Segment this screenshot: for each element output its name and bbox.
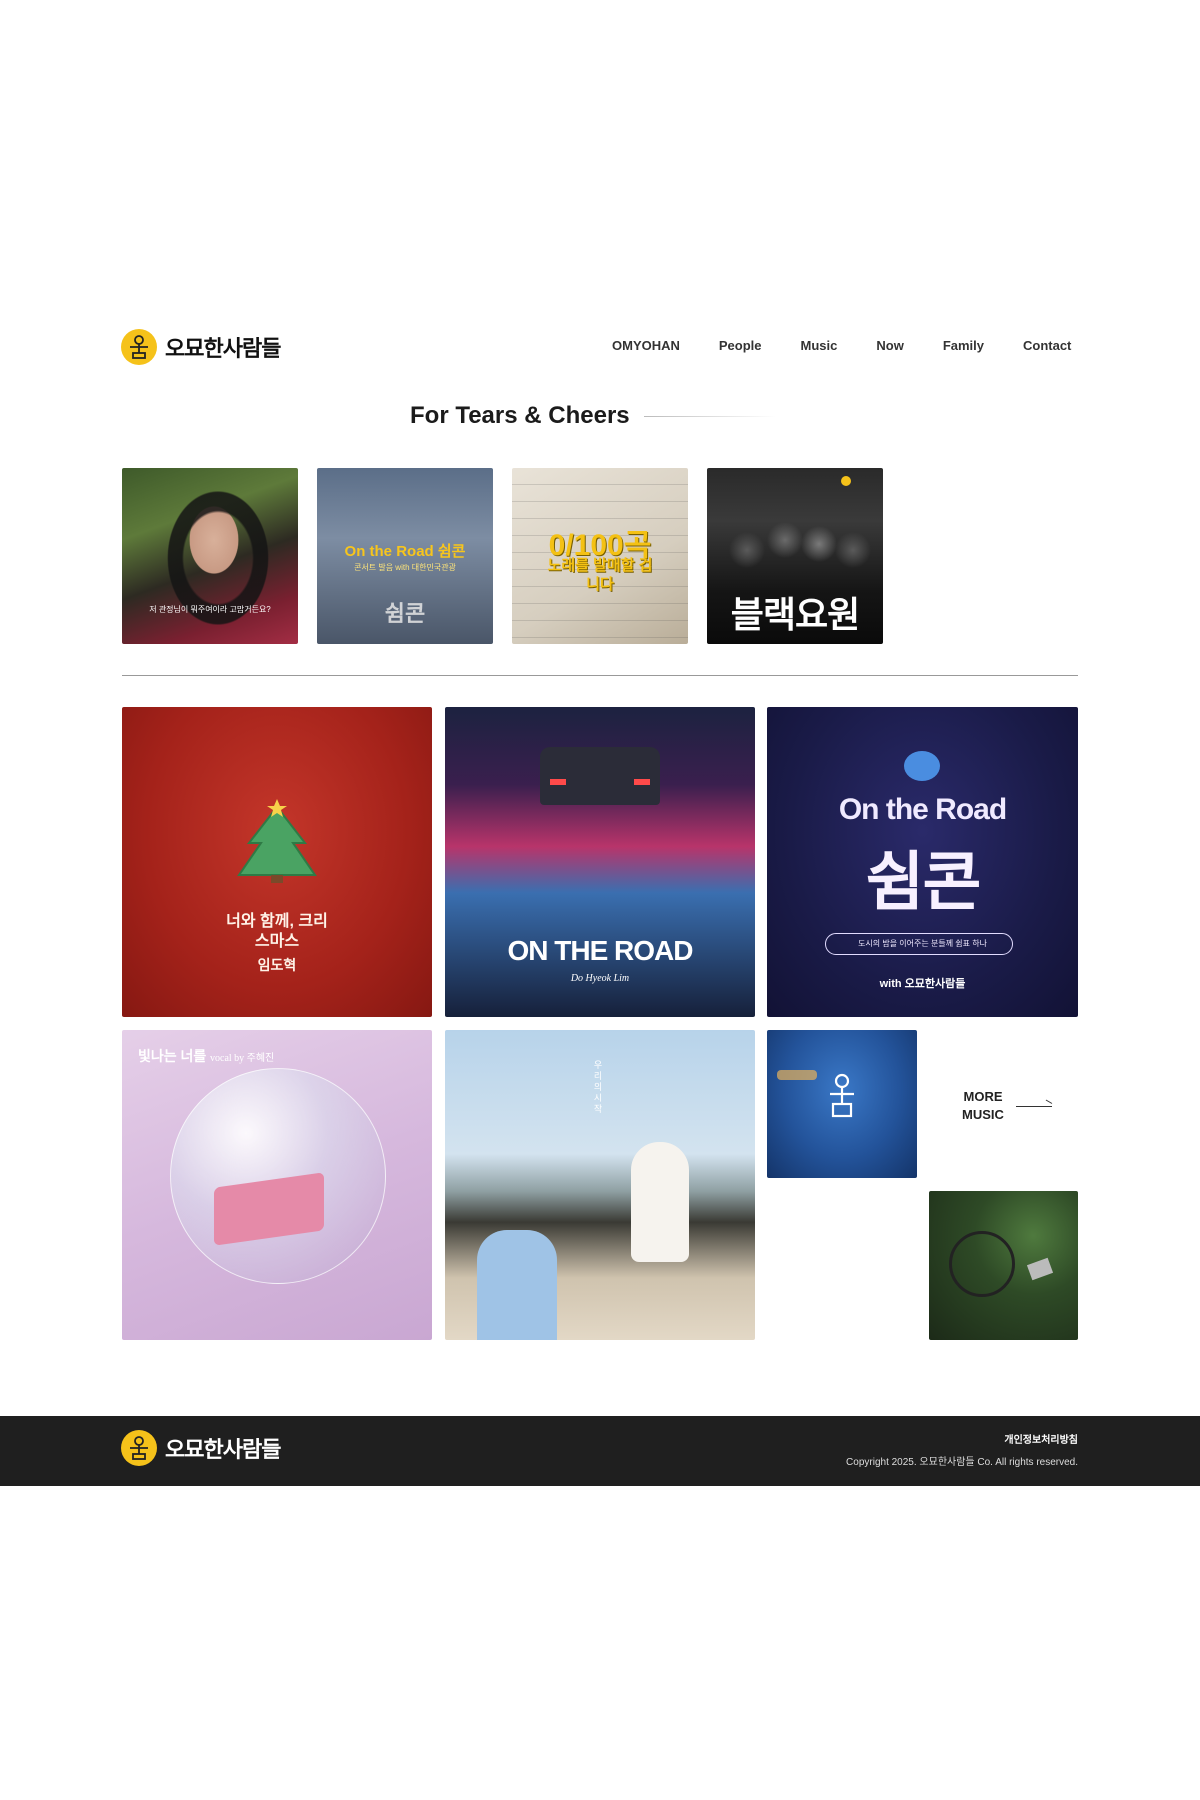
copyright-text: Copyright 2025. 오묘한사람들 Co. All rights re… [846,1457,1078,1468]
album-bicycle[interactable] [929,1191,1078,1340]
christmas-tree-icon [237,799,317,883]
mascot-icon [904,751,940,781]
video-thumbnail-3[interactable]: 0/100곡 노래를 발매할 겁니다 [512,468,688,644]
album-christmas[interactable]: 너와 함께, 크리스마스 임도혁 [122,707,432,1017]
main-nav: OMYOHAN People Music Now Family Contact [612,334,1071,356]
nav-item-omyohan[interactable]: OMYOHAN [612,338,680,353]
site-logo[interactable]: 오묘한사람들 [121,326,281,368]
arrow-right-icon [1016,1105,1052,1107]
thumbnail-caption: 저 관정님이 뭐주여이라 고맙거든요? [149,605,271,614]
footer-logo[interactable]: 오묘한사람들 [121,1430,281,1466]
nav-item-music[interactable]: Music [801,338,838,353]
video-thumbnail-2[interactable]: On the Road 쉼콘 콘서트 발음 with 대한민국관광 쉼콘 [317,468,493,644]
album-title: ON THE ROAD [507,935,694,966]
more-music-link[interactable]: MORE MUSIC [958,1088,1052,1124]
more-music-label: MORE MUSIC [962,1089,1004,1122]
bride-figure [631,1142,689,1262]
section-divider [122,675,1078,676]
person-circle-icon [121,1430,157,1466]
groom-figure [477,1230,557,1340]
tail-light [550,779,566,785]
album-artist: 임도혁 [257,957,297,973]
video-thumbnail-4[interactable]: 블랙요원 [707,468,883,644]
nav-item-now[interactable]: Now [876,338,903,353]
album-with: with 오묘한사람들 [879,978,966,990]
album-title: On the Road [838,793,1007,826]
album-tagline: 도시의 밤을 이어주는 분들께 쉼표 하나 [858,939,987,948]
privacy-policy-link[interactable]: 개인정보처리방침 [1004,1431,1078,1446]
bicycle-wheel [949,1231,1015,1297]
car-shape [540,747,660,805]
album-on-the-road[interactable]: ON THE ROAD Do Hyeok Lim [445,707,755,1017]
title-divider [643,415,776,417]
nav-item-family[interactable]: Family [943,338,984,353]
thumbnail-headline: 블랙요원 [730,594,860,635]
snow-globe [170,1068,386,1284]
album-our-beginning[interactable]: 우리의 시작 [445,1030,755,1340]
album-artist: Do Hyeok Lim [570,973,630,984]
person-circle-icon [121,329,157,365]
thumbnail-subline: 콘서트 발음 with 대한민국관광 [354,563,456,572]
nav-item-people[interactable]: People [719,338,762,353]
paper-note [1026,1257,1054,1281]
site-footer: 오묘한사람들 개인정보처리방침 Copyright 2025. 오묘한사람들 C… [0,1416,1200,1486]
light-reflection [777,1070,817,1080]
section-title: For Tears & Cheers [410,402,630,429]
thumbnail-subline: 노래를 발매할 겁니다 [547,557,653,593]
thumbnail-big-text: 쉼콘 [384,601,426,626]
thumbnail-headline: On the Road 쉼콘 [344,543,466,560]
album-shining-you[interactable]: 빛나는 너를 vocal by 주혜진 [122,1030,432,1340]
album-ice-lake[interactable] [767,1030,917,1178]
logo-text: 오묘한사람들 [165,337,281,362]
album-vocal: vocal by 주혜진 [210,1053,275,1064]
person-logo-icon [830,1073,854,1118]
album-title: 빛나는 너를 [138,1048,207,1064]
channel-logo-icon [841,476,851,486]
album-shimcon[interactable]: On the Road 쉼콘 도시의 밤을 이어주는 분들께 쉼표 하나 wit… [767,707,1078,1017]
album-big-text: 쉼콘 [865,846,982,918]
nav-item-contact[interactable]: Contact [1023,338,1071,353]
album-title: 우리의 시작 [593,1060,603,1114]
album-title: 너와 함께, 크리스마스 [226,913,328,950]
tail-light [634,779,650,785]
section-header: For Tears & Cheers [410,402,776,430]
logo-text: 오묘한사람들 [165,1438,281,1463]
video-thumbnail-1[interactable]: 저 관정님이 뭐주여이라 고맙거든요? [122,468,298,644]
